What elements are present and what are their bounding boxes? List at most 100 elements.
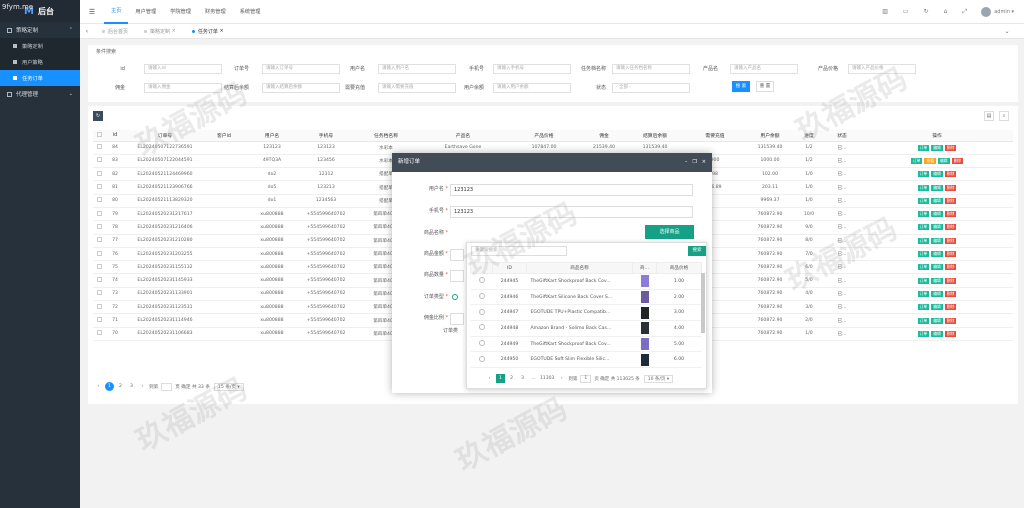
product-search-button[interactable]: 搜索 <box>688 246 706 256</box>
sidebar-item-task-orders[interactable]: 任务订单 <box>0 70 80 86</box>
prev-page-icon[interactable]: ‹ <box>94 382 103 391</box>
tab-home[interactable]: 后台首页 <box>94 28 136 35</box>
page-2[interactable]: 2 <box>116 382 125 391</box>
row-checkbox[interactable] <box>93 141 105 155</box>
tab-more-icon[interactable]: ⌄ <box>1000 28 1014 35</box>
delete-button[interactable]: 删除 <box>944 224 957 231</box>
goto-confirm[interactable]: 确定 <box>600 376 609 382</box>
product-row[interactable]: 244946 TheGiftKart Silicone Back Cover S.… <box>470 289 702 306</box>
row-checkbox[interactable] <box>93 180 105 195</box>
chart-icon[interactable]: ▥ <box>882 8 888 15</box>
product-radio[interactable] <box>470 320 493 337</box>
page-1[interactable]: 1 <box>496 374 505 383</box>
product-radio[interactable] <box>470 351 493 369</box>
close-icon[interactable]: × <box>219 28 223 34</box>
edit-button[interactable]: 编辑 <box>938 157 950 164</box>
next-page-icon[interactable]: › <box>138 382 147 391</box>
product-row[interactable]: 244949 TheGiftKart Shockproof Back Cov...… <box>470 336 702 353</box>
page-size-select[interactable]: 10 条/页 ▾ <box>643 374 674 383</box>
row-checkbox[interactable] <box>93 154 105 169</box>
order-button[interactable]: 订单 <box>917 290 930 297</box>
row-checkbox[interactable] <box>93 194 105 208</box>
delete-button[interactable]: 删除 <box>944 330 957 337</box>
edit-button[interactable]: 编辑 <box>931 237 943 244</box>
close-icon[interactable]: × <box>702 153 706 172</box>
sidebar-item-strategy[interactable]: 策略定制 <box>0 38 80 54</box>
choose-product-button[interactable]: 选择商品 <box>645 225 694 239</box>
topnav-finance[interactable]: 财务管理 <box>198 0 233 24</box>
avatar[interactable] <box>981 6 992 17</box>
row-checkbox[interactable] <box>93 207 105 222</box>
product-radio[interactable] <box>470 289 493 306</box>
topnav-system[interactable]: 系统管理 <box>233 0 268 24</box>
delete-button[interactable]: 删除 <box>944 317 957 324</box>
maximize-icon[interactable]: ❐ <box>692 153 696 172</box>
delete-button[interactable]: 删除 <box>944 237 957 244</box>
topnav-academy[interactable]: 学院管理 <box>163 0 198 24</box>
row-checkbox[interactable] <box>93 273 105 288</box>
edit-button[interactable]: 编辑 <box>931 277 943 284</box>
delete-button[interactable]: 删除 <box>944 277 957 284</box>
goto-confirm[interactable]: 确定 <box>181 384 190 390</box>
tab-strategy[interactable]: 策略定制 × <box>136 28 184 35</box>
page-input[interactable] <box>161 382 173 391</box>
order-button[interactable]: 订单 <box>917 304 930 311</box>
edit-button[interactable]: 编辑 <box>931 197 943 204</box>
sidebar-item-user-strategy[interactable]: 用户策略 <box>0 54 80 70</box>
edit-button[interactable]: 编辑 <box>931 144 943 151</box>
edit-button[interactable]: 编辑 <box>931 251 943 258</box>
delete-button[interactable]: 删除 <box>944 290 957 297</box>
page-3[interactable]: 3 <box>518 374 527 383</box>
username-field[interactable]: 123123 <box>450 184 693 196</box>
row-checkbox[interactable] <box>93 167 105 182</box>
edit-button[interactable]: 编辑 <box>931 330 943 337</box>
topnav-users[interactable]: 用户管理 <box>128 0 163 24</box>
delete-button[interactable]: 删除 <box>944 144 957 151</box>
edit-button[interactable]: 编辑 <box>931 290 943 297</box>
row-checkbox[interactable] <box>93 327 105 341</box>
delete-button[interactable]: 删除 <box>944 184 957 191</box>
page-size-select[interactable]: 15 条/页 ▾ <box>213 382 244 391</box>
page-1[interactable]: 1 <box>105 382 114 391</box>
delete-button[interactable]: 删除 <box>944 197 957 204</box>
edit-button[interactable]: 编辑 <box>931 171 943 178</box>
order-button[interactable]: 订单 <box>917 224 930 231</box>
edit-button[interactable]: 编辑 <box>931 184 943 191</box>
delete-button[interactable]: 删除 <box>944 251 957 258</box>
row-checkbox[interactable] <box>93 247 105 262</box>
reset-button[interactable]: 重 置 <box>756 81 774 92</box>
sidebar-group-agent[interactable]: 代理管理 ⌄ <box>0 86 80 102</box>
tab-task-orders[interactable]: 任务订单 × <box>184 28 232 35</box>
page-last[interactable]: 11303 <box>540 376 554 381</box>
tab-prev-icon[interactable]: ‹ <box>80 28 94 35</box>
user-menu[interactable]: admin ▾ <box>994 9 1014 15</box>
next-page-icon[interactable]: › <box>557 374 566 383</box>
menu-toggle-icon[interactable]: ☰ <box>80 8 104 16</box>
order-button[interactable]: 订单 <box>917 171 930 178</box>
select-all-checkbox[interactable] <box>93 130 105 142</box>
order-button[interactable]: 订单 <box>917 317 930 324</box>
scrollbar[interactable] <box>701 273 705 333</box>
page-2[interactable]: 2 <box>507 374 516 383</box>
product-price-input[interactable]: 请输入产品价格 <box>848 64 916 74</box>
product-row[interactable]: 244947 EGOTUDE TPU+Plastic Compatib... 3.0… <box>470 304 702 322</box>
edit-button[interactable]: 编辑 <box>931 317 943 324</box>
delete-button[interactable]: 删除 <box>944 304 957 311</box>
order-button[interactable]: 订单 <box>917 237 930 244</box>
search-button[interactable]: 搜 索 <box>732 81 750 92</box>
order-button[interactable]: 订单 <box>917 264 930 271</box>
row-checkbox[interactable] <box>93 234 105 248</box>
topnav-home[interactable]: 主页 <box>104 0 129 24</box>
order-button[interactable]: 订单 <box>917 144 930 151</box>
edit-button[interactable]: 编辑 <box>931 224 943 231</box>
product-radio[interactable] <box>470 273 493 290</box>
qty-field[interactable] <box>450 270 464 282</box>
product-row[interactable]: 244945 TheGiftKart Shockproof Back Cov...… <box>470 273 702 290</box>
order-button[interactable]: 订单 <box>910 157 923 164</box>
page-input[interactable]: 1 <box>580 374 592 383</box>
amount-field[interactable] <box>450 249 464 261</box>
product-row[interactable]: 244948 Amazon Brand - Solimo Back Cas... 4… <box>470 320 702 337</box>
order-button[interactable]: 订单 <box>917 197 930 204</box>
recharge-button[interactable]: 充值 <box>924 157 936 164</box>
refresh-icon[interactable]: ↻ <box>93 111 103 121</box>
